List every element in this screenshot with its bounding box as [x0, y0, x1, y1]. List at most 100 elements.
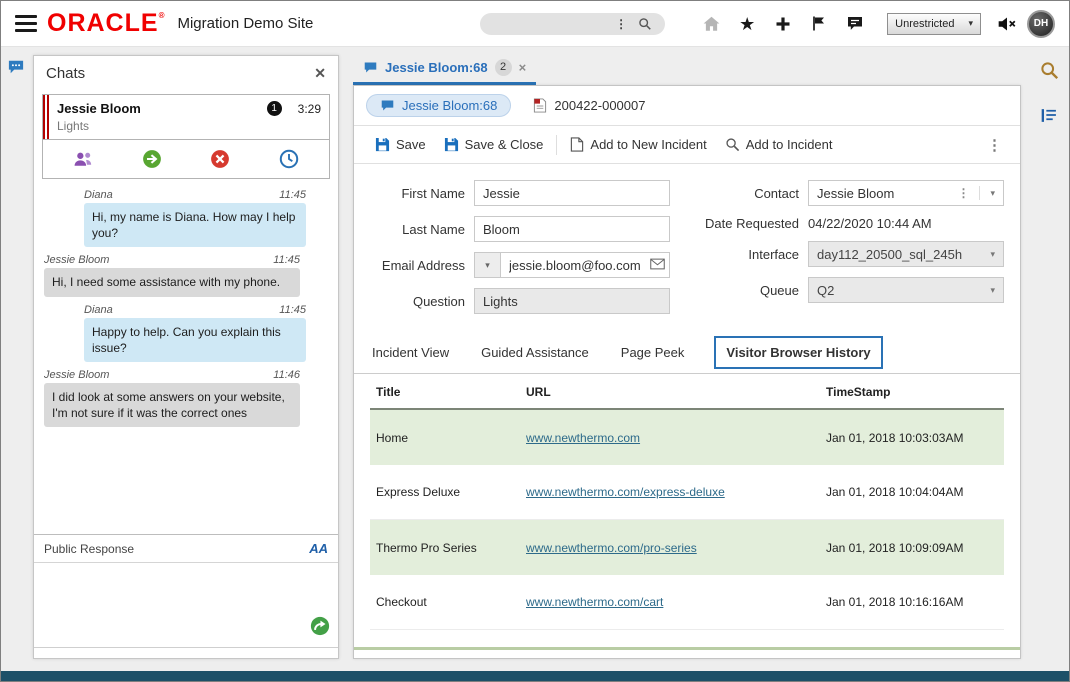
queue-dropdown[interactable]: Q2 ▾: [808, 277, 1004, 303]
message-time: 11:46: [273, 369, 300, 381]
first-name-field: First Name: [370, 180, 671, 206]
chat-message: Diana 11:45 Happy to help. Can you expla…: [34, 304, 338, 362]
cell-url-link[interactable]: www.newthermo.com/express-deluxe: [526, 485, 826, 499]
form-column-left: First Name Last Name Email Address ▾: [370, 180, 671, 324]
incident-reference[interactable]: 200422-000007: [533, 98, 645, 113]
question-input[interactable]: [474, 288, 670, 314]
chat-action-bar: [43, 139, 329, 178]
contact-caret-icon[interactable]: ▾: [990, 188, 995, 199]
chat-duration: 3:29: [298, 102, 321, 116]
tab-page-peek[interactable]: Page Peek: [619, 337, 687, 372]
date-requested-label: Date Requested: [697, 216, 799, 231]
font-size-icon[interactable]: AA: [309, 541, 328, 556]
search-input[interactable]: ⋮: [480, 13, 665, 35]
unrestricted-label: Unrestricted: [895, 18, 954, 30]
toolbar-divider: [556, 135, 557, 155]
home-icon[interactable]: [701, 14, 721, 34]
cell-timestamp: Jan 01, 2018 10:09:09AM: [826, 541, 998, 555]
search-options-icon[interactable]: ⋮: [615, 17, 627, 31]
chat-session-card[interactable]: Jessie Bloom 1 3:29 Lights: [42, 94, 330, 179]
last-name-input[interactable]: [474, 216, 670, 242]
cell-timestamp: Jan 01, 2018 10:04:04AM: [826, 485, 998, 499]
tab-count-badge: 2: [495, 59, 512, 76]
date-requested-value: 04/22/2020 10:44 AM: [808, 216, 932, 231]
message-bubble: I did look at some answers on your websi…: [44, 383, 300, 427]
table-row[interactable]: Express Deluxe www.newthermo.com/express…: [370, 465, 1004, 520]
message-bubble: Hi, my name is Diana. How may I help you…: [84, 203, 306, 247]
table-row[interactable]: Home www.newthermo.com Jan 01, 2018 10:0…: [370, 410, 1004, 465]
left-rail: [1, 47, 31, 671]
text-lines-icon[interactable]: [1040, 107, 1058, 129]
column-header-url: URL: [526, 385, 826, 399]
interface-label: Interface: [697, 247, 799, 262]
cell-url-link[interactable]: www.newthermo.com/cart: [526, 595, 826, 609]
message-author: Diana: [84, 189, 113, 201]
interface-field: Interface day112_20500_sql_245h ▾: [697, 241, 1004, 267]
message-bubble: Hi, I need some assistance with my phone…: [44, 268, 300, 296]
chat-notifications-icon[interactable]: [845, 14, 865, 34]
top-bar: ORACLE® Migration Demo Site ⋮ ★: [1, 1, 1069, 47]
question-field: Question: [370, 288, 671, 314]
tab-guided-assistance[interactable]: Guided Assistance: [479, 337, 591, 372]
tab-jessie-bloom-68[interactable]: Jessie Bloom:68 2 ×: [353, 55, 536, 85]
table-row[interactable]: Checkout www.newthermo.com/cart Jan 01, …: [370, 575, 1004, 630]
conference-icon[interactable]: [72, 148, 94, 170]
search-icon[interactable]: [635, 14, 655, 34]
contact-label: Contact: [697, 186, 799, 201]
workspace-tab-strip: Jessie Bloom:68 2 ×: [353, 55, 1021, 85]
add-to-new-incident-button[interactable]: Add to New Incident: [561, 132, 715, 157]
detail-tab-strip: Incident View Guided Assistance Page Pee…: [354, 328, 1020, 374]
menu-icon[interactable]: [15, 15, 37, 32]
first-name-input[interactable]: [474, 180, 670, 206]
avatar[interactable]: DH: [1027, 10, 1055, 38]
save-and-close-button[interactable]: Save & Close: [435, 132, 553, 157]
contact-options-icon[interactable]: ⋮: [957, 186, 980, 200]
chat-record-pill[interactable]: Jessie Bloom:68: [366, 94, 511, 117]
tab-incident-view[interactable]: Incident View: [370, 337, 451, 372]
add-to-incident-button[interactable]: Add to Incident: [716, 132, 842, 157]
message-bubble: Happy to help. Can you explain this issu…: [84, 318, 306, 362]
terminate-chat-icon[interactable]: [209, 148, 231, 170]
envelope-icon[interactable]: [650, 257, 665, 275]
tab-label: Jessie Bloom:68: [385, 60, 488, 75]
close-icon[interactable]: ✕: [314, 65, 326, 82]
status-bar: [1, 671, 1069, 681]
cell-title: Thermo Pro Series: [376, 541, 526, 555]
email-label: Email Address: [370, 258, 465, 273]
chats-panel-icon[interactable]: [7, 59, 25, 80]
registered-mark: ®: [159, 11, 166, 20]
message-author: Jessie Bloom: [44, 369, 109, 381]
cell-url-link[interactable]: www.newthermo.com/pro-series: [526, 541, 826, 555]
interface-value: day112_20500_sql_245h: [817, 247, 962, 262]
tab-close-icon[interactable]: ×: [519, 60, 527, 75]
chat-tab-icon: [363, 61, 378, 74]
activity-timer-icon[interactable]: [278, 148, 300, 170]
message-author: Jessie Bloom: [44, 254, 109, 266]
toolbar-overflow-icon[interactable]: ⋮: [981, 136, 1008, 154]
interface-dropdown[interactable]: day112_20500_sql_245h ▾: [808, 241, 1004, 267]
column-header-timestamp: TimeStamp: [826, 385, 998, 399]
chat-message: Diana 11:45 Hi, my name is Diana. How ma…: [34, 189, 338, 247]
chat-transcript: Diana 11:45 Hi, my name is Diana. How ma…: [34, 179, 338, 534]
save-button[interactable]: Save: [366, 132, 435, 157]
flag-icon[interactable]: [809, 14, 829, 34]
chat-response-input[interactable]: [34, 563, 338, 647]
email-input[interactable]: [500, 252, 670, 278]
response-mode-bar: Public Response AA: [34, 534, 338, 562]
contact-picker[interactable]: Jessie Bloom ⋮ ▾: [808, 180, 1004, 206]
mute-audio-icon[interactable]: [997, 14, 1017, 34]
transfer-chat-icon[interactable]: [141, 148, 163, 170]
knowledge-search-icon[interactable]: [1040, 61, 1059, 85]
cell-url-link[interactable]: www.newthermo.com: [526, 431, 826, 445]
email-type-dropdown[interactable]: ▾: [474, 252, 500, 278]
add-icon[interactable]: [773, 14, 793, 34]
message-time: 11:45: [279, 189, 306, 201]
favorites-star-icon[interactable]: ★: [737, 14, 757, 34]
response-mode-label: Public Response: [44, 542, 134, 556]
queue-value: Q2: [817, 283, 834, 298]
incident-icon: [533, 98, 547, 113]
tab-visitor-browser-history[interactable]: Visitor Browser History: [714, 336, 882, 369]
unrestricted-dropdown[interactable]: Unrestricted ▾: [887, 13, 981, 35]
send-response-icon[interactable]: [310, 616, 330, 641]
table-row[interactable]: Thermo Pro Series www.newthermo.com/pro-…: [370, 520, 1004, 575]
